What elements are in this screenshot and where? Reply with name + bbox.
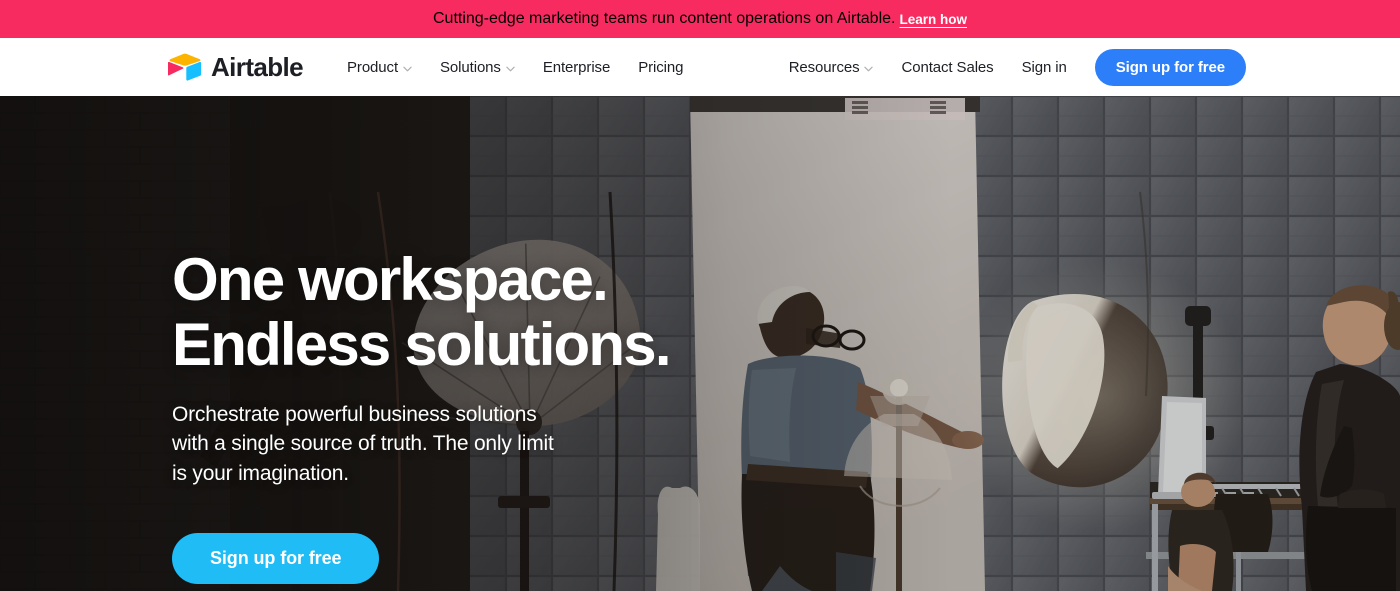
hero-section: One workspace. Endless solutions. Orches… xyxy=(0,96,1400,591)
nav-item-enterprise-label: Enterprise xyxy=(542,58,611,76)
announcement-banner: Cutting-edge marketing teams run content… xyxy=(0,0,1400,38)
nav-item-product[interactable]: Product xyxy=(333,51,426,84)
hero-content: One workspace. Endless solutions. Orches… xyxy=(172,246,792,585)
announcement-learn-how-link[interactable]: Learn how xyxy=(899,12,967,27)
chevron-down-icon xyxy=(864,59,874,76)
nav-item-contact-sales[interactable]: Contact Sales xyxy=(887,51,1007,84)
airtable-logo[interactable]: Airtable xyxy=(168,52,304,82)
nav-item-product-label: Product xyxy=(347,58,399,76)
hero-title: One workspace. Endless solutions. xyxy=(172,246,792,378)
chevron-down-icon xyxy=(506,59,515,76)
navbar-signup-button[interactable]: Sign up for free xyxy=(1094,48,1246,86)
nav-item-pricing-label: Pricing xyxy=(638,58,684,76)
nav-item-contact-sales-label: Contact Sales xyxy=(901,58,994,76)
main-navigation: Airtable Product Solutions Enterprise Pr… xyxy=(0,38,1400,96)
nav-item-enterprise[interactable]: Enterprise xyxy=(529,51,624,84)
hero-title-line-1: One workspace. xyxy=(172,246,609,313)
airtable-logo-icon xyxy=(168,53,202,81)
chevron-down-icon xyxy=(403,59,412,76)
hero-signup-button[interactable]: Sign up for free xyxy=(172,533,380,585)
hero-title-line-2: Endless solutions. xyxy=(172,310,672,378)
hero-subtitle: Orchestrate powerful business solutions … xyxy=(172,402,554,486)
nav-left-items: Product Solutions Enterprise Pricing xyxy=(333,51,697,84)
nav-item-resources[interactable]: Resources xyxy=(775,51,888,84)
nav-item-resources-label: Resources xyxy=(788,58,860,76)
nav-item-sign-in-label: Sign in xyxy=(1021,58,1067,76)
nav-item-sign-in[interactable]: Sign in xyxy=(1008,51,1081,84)
announcement-text: Cutting-edge marketing teams run content… xyxy=(432,10,896,27)
nav-item-solutions[interactable]: Solutions xyxy=(426,51,529,84)
nav-item-pricing[interactable]: Pricing xyxy=(624,51,697,84)
airtable-logo-text: Airtable xyxy=(211,52,304,82)
nav-item-solutions-label: Solutions xyxy=(440,58,501,76)
nav-right-items: Resources Contact Sales Sign in Sign up … xyxy=(775,38,1246,96)
